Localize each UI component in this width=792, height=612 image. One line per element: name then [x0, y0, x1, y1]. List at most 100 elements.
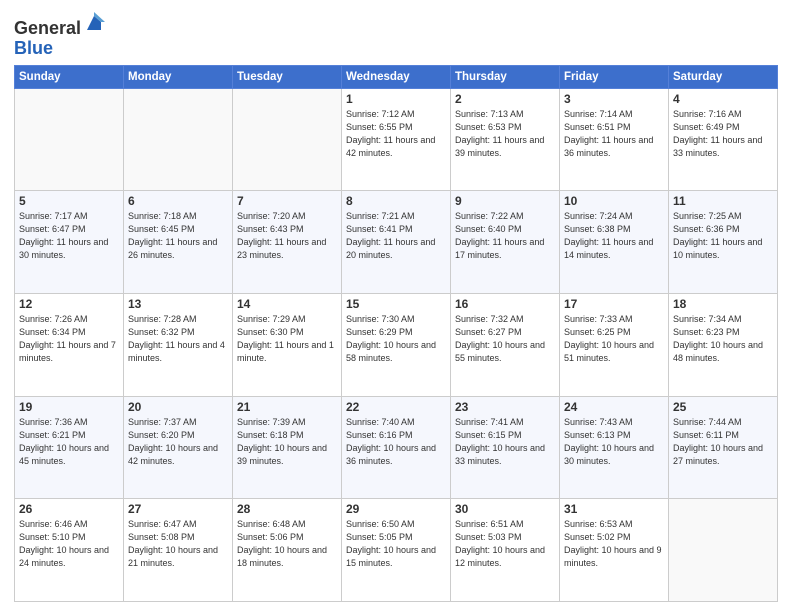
day-number: 31 [564, 502, 664, 516]
day-info: Sunrise: 7:40 AM Sunset: 6:16 PM Dayligh… [346, 416, 446, 468]
day-number: 21 [237, 400, 337, 414]
day-info: Sunrise: 6:50 AM Sunset: 5:05 PM Dayligh… [346, 518, 446, 570]
day-number: 23 [455, 400, 555, 414]
weekday-header-sunday: Sunday [15, 65, 124, 88]
day-info: Sunrise: 7:44 AM Sunset: 6:11 PM Dayligh… [673, 416, 773, 468]
calendar-cell: 14 Sunrise: 7:29 AM Sunset: 6:30 PM Dayli… [233, 293, 342, 396]
day-number: 8 [346, 194, 446, 208]
week-row-0: 1 Sunrise: 7:12 AM Sunset: 6:55 PM Daylig… [15, 88, 778, 191]
day-number: 11 [673, 194, 773, 208]
calendar-cell: 12Sunrise: 7:26 AM Sunset: 6:34 PM Dayli… [15, 293, 124, 396]
day-number: 7 [237, 194, 337, 208]
day-number: 29 [346, 502, 446, 516]
calendar-cell: 3 Sunrise: 7:14 AM Sunset: 6:51 PM Daylig… [560, 88, 669, 191]
day-info: Sunrise: 7:32 AM Sunset: 6:27 PM Dayligh… [455, 313, 555, 365]
day-number: 24 [564, 400, 664, 414]
page: General Blue SundayMondayTuesdayWednesda… [0, 0, 792, 612]
header: General Blue [14, 10, 778, 59]
day-number: 5 [19, 194, 119, 208]
calendar-cell [15, 88, 124, 191]
day-info: Sunrise: 7:24 AM Sunset: 6:38 PM Dayligh… [564, 210, 664, 262]
day-info: Sunrise: 6:53 AM Sunset: 5:02 PM Dayligh… [564, 518, 664, 570]
day-info: Sunrise: 7:41 AM Sunset: 6:15 PM Dayligh… [455, 416, 555, 468]
day-info: Sunrise: 7:21 AM Sunset: 6:41 PM Dayligh… [346, 210, 446, 262]
logo-general: General [14, 18, 81, 38]
day-number: 27 [128, 502, 228, 516]
day-info: Sunrise: 7:13 AM Sunset: 6:53 PM Dayligh… [455, 108, 555, 160]
calendar-cell: 24 Sunrise: 7:43 AM Sunset: 6:13 PM Dayli… [560, 396, 669, 499]
calendar-cell: 8 Sunrise: 7:21 AM Sunset: 6:41 PM Daylig… [342, 191, 451, 294]
day-info: Sunrise: 7:36 AM Sunset: 6:21 PM Dayligh… [19, 416, 119, 468]
day-number: 26 [19, 502, 119, 516]
day-info: Sunrise: 7:22 AM Sunset: 6:40 PM Dayligh… [455, 210, 555, 262]
calendar: SundayMondayTuesdayWednesdayThursdayFrid… [14, 65, 778, 602]
day-info: Sunrise: 7:28 AM Sunset: 6:32 PM Dayligh… [128, 313, 228, 365]
day-number: 6 [128, 194, 228, 208]
calendar-cell: 28 Sunrise: 6:48 AM Sunset: 5:06 PM Dayli… [233, 499, 342, 602]
day-number: 18 [673, 297, 773, 311]
calendar-cell: 2 Sunrise: 7:13 AM Sunset: 6:53 PM Daylig… [451, 88, 560, 191]
logo-blue: Blue [14, 38, 53, 58]
day-number: 20 [128, 400, 228, 414]
day-info: Sunrise: 7:34 AM Sunset: 6:23 PM Dayligh… [673, 313, 773, 365]
weekday-header-friday: Friday [560, 65, 669, 88]
day-info: Sunrise: 7:33 AM Sunset: 6:25 PM Dayligh… [564, 313, 664, 365]
weekday-header-monday: Monday [124, 65, 233, 88]
calendar-cell: 23 Sunrise: 7:41 AM Sunset: 6:15 PM Dayli… [451, 396, 560, 499]
day-info: Sunrise: 7:43 AM Sunset: 6:13 PM Dayligh… [564, 416, 664, 468]
day-info: Sunrise: 6:47 AM Sunset: 5:08 PM Dayligh… [128, 518, 228, 570]
weekday-header-wednesday: Wednesday [342, 65, 451, 88]
week-row-4: 26 Sunrise: 6:46 AM Sunset: 5:10 PM Dayli… [15, 499, 778, 602]
day-number: 25 [673, 400, 773, 414]
day-number: 1 [346, 92, 446, 106]
week-row-2: 12Sunrise: 7:26 AM Sunset: 6:34 PM Dayli… [15, 293, 778, 396]
calendar-cell: 11Sunrise: 7:25 AM Sunset: 6:36 PM Dayli… [669, 191, 778, 294]
day-info: Sunrise: 7:14 AM Sunset: 6:51 PM Dayligh… [564, 108, 664, 160]
day-number: 2 [455, 92, 555, 106]
calendar-cell: 29 Sunrise: 6:50 AM Sunset: 5:05 PM Dayli… [342, 499, 451, 602]
calendar-cell: 17 Sunrise: 7:33 AM Sunset: 6:25 PM Dayli… [560, 293, 669, 396]
day-info: Sunrise: 6:46 AM Sunset: 5:10 PM Dayligh… [19, 518, 119, 570]
day-number: 19 [19, 400, 119, 414]
day-number: 14 [237, 297, 337, 311]
day-info: Sunrise: 7:30 AM Sunset: 6:29 PM Dayligh… [346, 313, 446, 365]
calendar-cell [124, 88, 233, 191]
calendar-cell: 1 Sunrise: 7:12 AM Sunset: 6:55 PM Daylig… [342, 88, 451, 191]
day-info: Sunrise: 7:17 AM Sunset: 6:47 PM Dayligh… [19, 210, 119, 262]
logo-icon [83, 12, 105, 34]
day-number: 15 [346, 297, 446, 311]
day-number: 4 [673, 92, 773, 106]
day-info: Sunrise: 7:26 AM Sunset: 6:34 PM Dayligh… [19, 313, 119, 365]
calendar-cell: 6 Sunrise: 7:18 AM Sunset: 6:45 PM Daylig… [124, 191, 233, 294]
day-number: 9 [455, 194, 555, 208]
calendar-cell [669, 499, 778, 602]
calendar-cell: 18 Sunrise: 7:34 AM Sunset: 6:23 PM Dayli… [669, 293, 778, 396]
day-number: 13 [128, 297, 228, 311]
day-number: 3 [564, 92, 664, 106]
calendar-cell: 26 Sunrise: 6:46 AM Sunset: 5:10 PM Dayli… [15, 499, 124, 602]
calendar-cell: 7Sunrise: 7:20 AM Sunset: 6:43 PM Daylig… [233, 191, 342, 294]
calendar-cell: 30Sunrise: 6:51 AM Sunset: 5:03 PM Dayli… [451, 499, 560, 602]
day-info: Sunrise: 6:51 AM Sunset: 5:03 PM Dayligh… [455, 518, 555, 570]
calendar-cell: 5 Sunrise: 7:17 AM Sunset: 6:47 PM Daylig… [15, 191, 124, 294]
calendar-cell: 13 Sunrise: 7:28 AM Sunset: 6:32 PM Dayli… [124, 293, 233, 396]
day-number: 28 [237, 502, 337, 516]
day-number: 17 [564, 297, 664, 311]
day-info: Sunrise: 7:29 AM Sunset: 6:30 PM Dayligh… [237, 313, 337, 365]
calendar-cell: 20 Sunrise: 7:37 AM Sunset: 6:20 PM Dayli… [124, 396, 233, 499]
calendar-cell: 27 Sunrise: 6:47 AM Sunset: 5:08 PM Dayli… [124, 499, 233, 602]
weekday-header-tuesday: Tuesday [233, 65, 342, 88]
day-info: Sunrise: 7:39 AM Sunset: 6:18 PM Dayligh… [237, 416, 337, 468]
week-row-3: 19 Sunrise: 7:36 AM Sunset: 6:21 PM Dayli… [15, 396, 778, 499]
calendar-cell: 15 Sunrise: 7:30 AM Sunset: 6:29 PM Dayli… [342, 293, 451, 396]
day-info: Sunrise: 7:12 AM Sunset: 6:55 PM Dayligh… [346, 108, 446, 160]
day-info: Sunrise: 7:18 AM Sunset: 6:45 PM Dayligh… [128, 210, 228, 262]
day-info: Sunrise: 6:48 AM Sunset: 5:06 PM Dayligh… [237, 518, 337, 570]
weekday-header-thursday: Thursday [451, 65, 560, 88]
calendar-cell: 4 Sunrise: 7:16 AM Sunset: 6:49 PM Daylig… [669, 88, 778, 191]
calendar-cell: 10Sunrise: 7:24 AM Sunset: 6:38 PM Dayli… [560, 191, 669, 294]
day-info: Sunrise: 7:16 AM Sunset: 6:49 PM Dayligh… [673, 108, 773, 160]
weekday-header-row: SundayMondayTuesdayWednesdayThursdayFrid… [15, 65, 778, 88]
day-info: Sunrise: 7:37 AM Sunset: 6:20 PM Dayligh… [128, 416, 228, 468]
calendar-cell: 16Sunrise: 7:32 AM Sunset: 6:27 PM Dayli… [451, 293, 560, 396]
